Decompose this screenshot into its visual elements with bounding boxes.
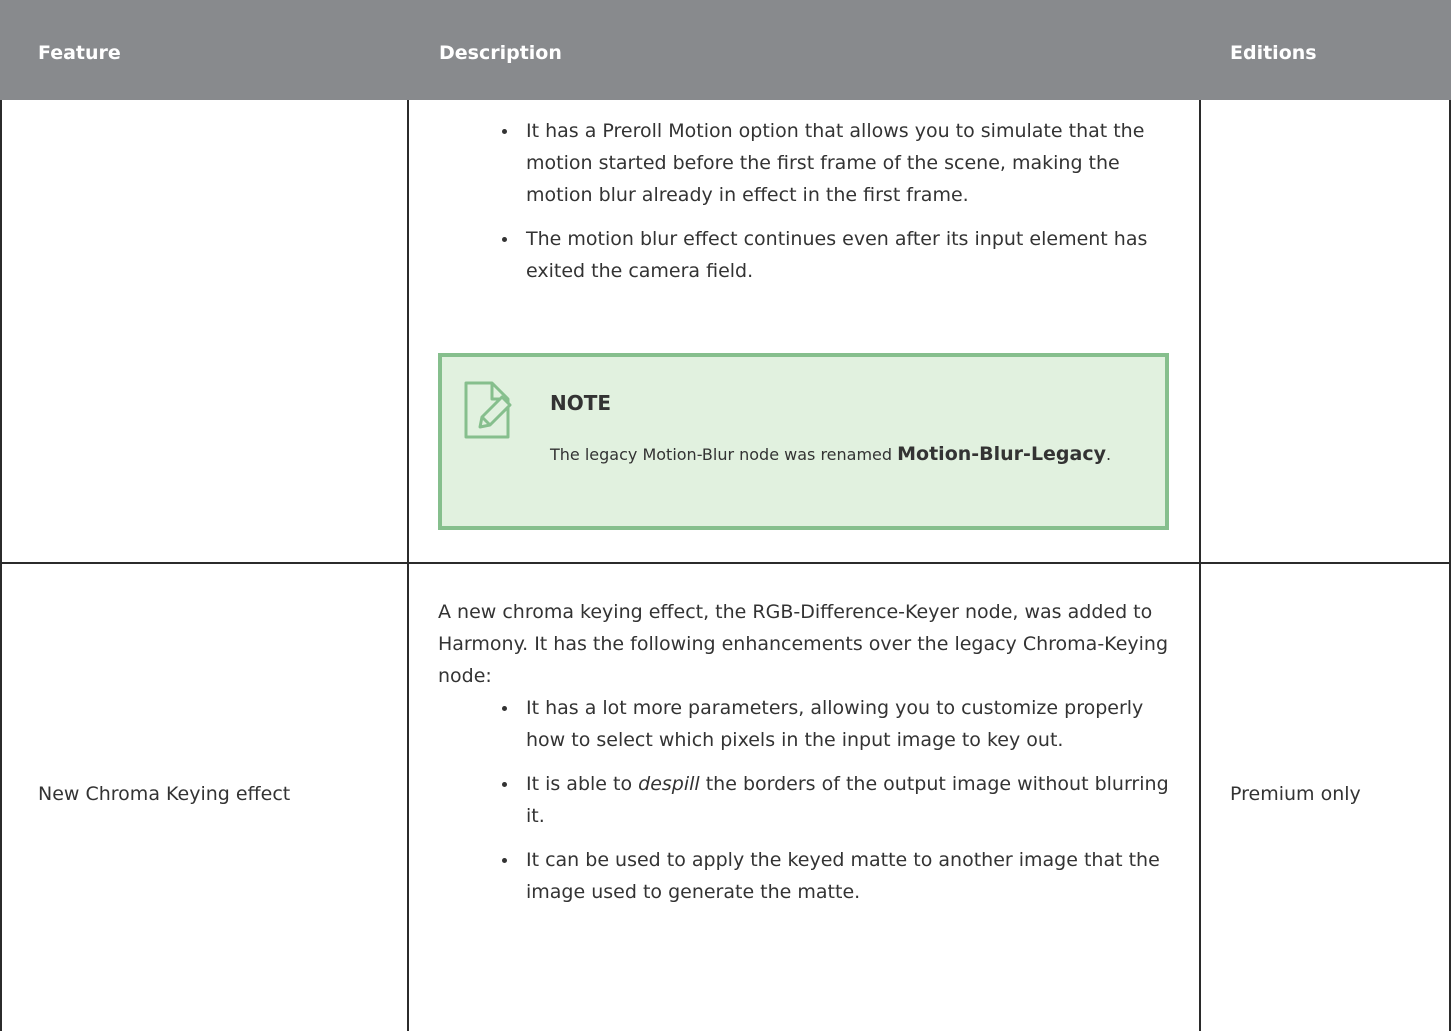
note-text: The legacy Motion-Blur node was renamed …: [550, 438, 1140, 471]
row2-editions: Premium only: [1230, 783, 1361, 805]
row2-bullet-list: It has a lot more parameters, allowing y…: [502, 692, 1176, 908]
bullet-text-before: It is able to: [526, 773, 639, 795]
note-text-after: .: [1106, 445, 1112, 464]
bullet-dot: [502, 237, 507, 242]
row2-feature: New Chroma Keying effect: [38, 783, 291, 805]
bullet-text: The motion blur effect continues even af…: [526, 228, 1148, 282]
bullet-dot: [502, 782, 507, 787]
column-divider-1: [407, 100, 409, 1031]
note-text-bold: Motion-Blur-Legacy: [897, 443, 1107, 465]
list-item: It has a Preroll Motion option that allo…: [502, 115, 1176, 211]
note-text-before: The legacy Motion-Blur node was renamed: [550, 445, 898, 464]
table-border-left: [0, 100, 2, 1031]
feature-table: Feature Description Editions It has a Pr…: [0, 0, 1451, 1031]
bullet-dot: [502, 858, 507, 863]
list-item: It can be used to apply the keyed matte …: [502, 844, 1176, 908]
list-item: The motion blur effect continues even af…: [502, 223, 1176, 287]
header-feature: Feature: [38, 42, 121, 64]
bullet-text: It has a lot more parameters, allowing y…: [526, 697, 1144, 751]
row1-bullet-list: It has a Preroll Motion option that allo…: [502, 115, 1176, 287]
column-divider-2: [1199, 100, 1201, 1031]
header-editions: Editions: [1230, 42, 1317, 64]
bullet-text-italic: despill: [638, 773, 700, 795]
list-item: It is able to despill the borders of the…: [502, 768, 1176, 832]
bullet-text: It has a Preroll Motion option that allo…: [526, 120, 1145, 206]
row2-intro: A new chroma keying effect, the RGB-Diff…: [438, 601, 1169, 687]
bullet-dot: [502, 129, 507, 134]
note-edit-icon: [462, 379, 514, 445]
bullet-text: It can be used to apply the keyed matte …: [526, 849, 1160, 903]
table-header: Feature Description Editions: [0, 0, 1451, 100]
row-divider: [0, 562, 1451, 564]
note-box: NOTE The legacy Motion-Blur node was ren…: [438, 353, 1169, 530]
header-description: Description: [439, 42, 562, 64]
bullet-dot: [502, 706, 507, 711]
list-item: It has a lot more parameters, allowing y…: [502, 692, 1176, 756]
note-title: NOTE: [550, 391, 612, 415]
